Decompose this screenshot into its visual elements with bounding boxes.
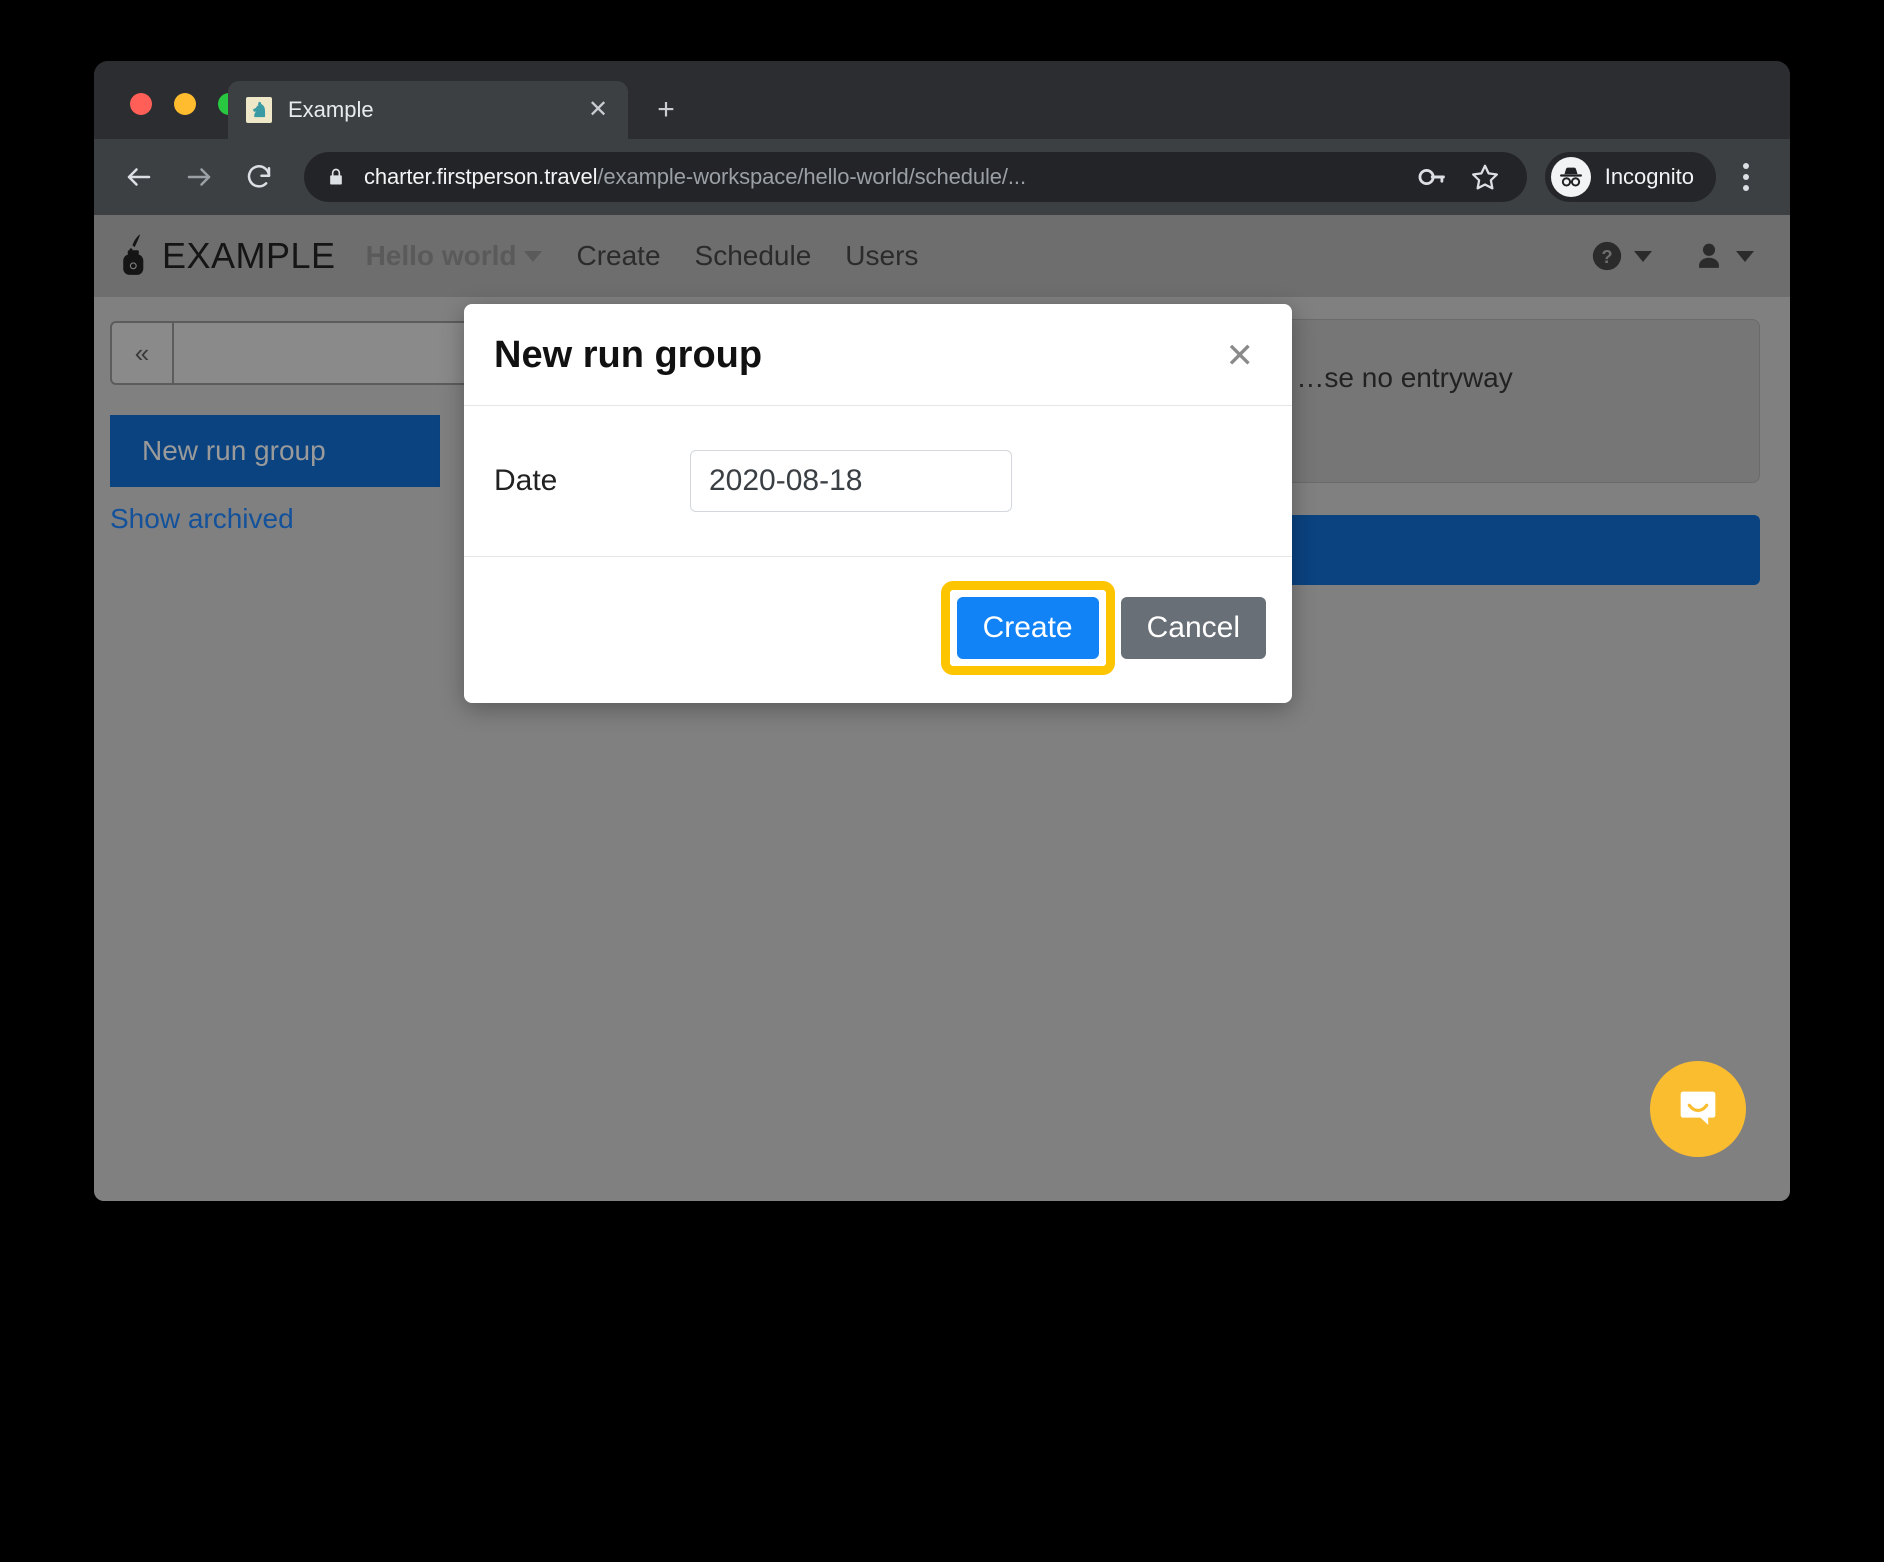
close-icon[interactable]: ✕	[584, 96, 612, 124]
dialog-footer: Create Cancel	[464, 557, 1292, 703]
back-arrow-icon[interactable]	[116, 154, 162, 200]
create-button[interactable]: Create	[956, 597, 1099, 659]
reload-icon[interactable]	[236, 154, 282, 200]
minimize-window-button[interactable]	[174, 93, 196, 115]
user-avatar-icon[interactable]	[1692, 239, 1754, 273]
chat-bubble-icon[interactable]	[1650, 1061, 1746, 1157]
brand-name: EXAMPLE	[162, 235, 336, 276]
brand[interactable]: EXAMPLE	[116, 232, 336, 281]
show-archived-link[interactable]: Show archived	[110, 503, 294, 535]
svg-text:?: ?	[1601, 246, 1612, 267]
nav-item-users[interactable]: Users	[845, 240, 918, 272]
chevron-down-icon	[524, 250, 543, 262]
new-run-group-button[interactable]: New run group	[110, 415, 440, 487]
incognito-hat-icon	[1550, 157, 1591, 197]
nav-item-label: Hello world	[365, 240, 517, 271]
nav-item-hello-world[interactable]: Hello world	[366, 240, 543, 272]
date-input[interactable]	[690, 450, 1012, 512]
address-bar-url: charter.firstperson.travel/example-works…	[364, 164, 1407, 190]
incognito-profile-button[interactable]: Incognito	[1544, 152, 1716, 202]
close-window-button[interactable]	[130, 93, 152, 115]
incognito-label: Incognito	[1604, 164, 1694, 189]
app-header: EXAMPLE Hello world Create Schedule User…	[94, 215, 1790, 297]
app-header-actions: ?	[1590, 239, 1754, 273]
help-circle-icon[interactable]: ?	[1590, 239, 1652, 273]
previous-month-button[interactable]: «	[112, 323, 174, 383]
forward-arrow-icon[interactable]	[176, 154, 222, 200]
browser-toolbar: charter.firstperson.travel/example-works…	[94, 139, 1790, 215]
lock-icon	[326, 166, 346, 188]
close-icon[interactable]: ✕	[1222, 339, 1259, 373]
browser-window: Example ✕ + charter.firstperson.travel/e…	[94, 61, 1790, 1201]
star-outline-icon[interactable]	[1459, 162, 1511, 192]
chevron-down-icon	[1634, 250, 1652, 262]
screenshot-root: Example ✕ + charter.firstperson.travel/e…	[0, 0, 1884, 1562]
browser-tab-strip: Example ✕ +	[94, 61, 1790, 139]
app-nav: Hello world Create Schedule Users	[366, 240, 919, 272]
nav-item-schedule[interactable]: Schedule	[695, 240, 812, 272]
inkwell-quill-icon	[116, 232, 150, 281]
cancel-button[interactable]: Cancel	[1120, 597, 1266, 659]
nav-item-create[interactable]: Create	[576, 240, 660, 272]
address-bar[interactable]: charter.firstperson.travel/example-works…	[304, 152, 1527, 202]
new-tab-button[interactable]: +	[646, 91, 686, 131]
browser-tab[interactable]: Example ✕	[228, 81, 628, 139]
dialog-header: New run group ✕	[464, 304, 1292, 406]
url-path: /example-workspace/hello-world/schedule/…	[597, 164, 1026, 189]
key-icon[interactable]	[1407, 164, 1459, 190]
dialog-title: New run group	[494, 334, 763, 376]
chess-knight-icon	[246, 97, 272, 123]
three-dot-menu-icon[interactable]	[1724, 154, 1768, 200]
new-run-group-dialog: New run group ✕ Date Create Cancel	[464, 304, 1292, 703]
window-traffic-lights	[130, 93, 240, 115]
browser-tab-title: Example	[288, 97, 374, 122]
date-field-label: Date	[494, 464, 558, 497]
url-host: charter.firstperson.travel	[364, 164, 598, 189]
dialog-body: Date	[464, 406, 1292, 557]
chevron-down-icon	[1736, 250, 1754, 262]
create-button-highlight: Create	[940, 581, 1115, 675]
